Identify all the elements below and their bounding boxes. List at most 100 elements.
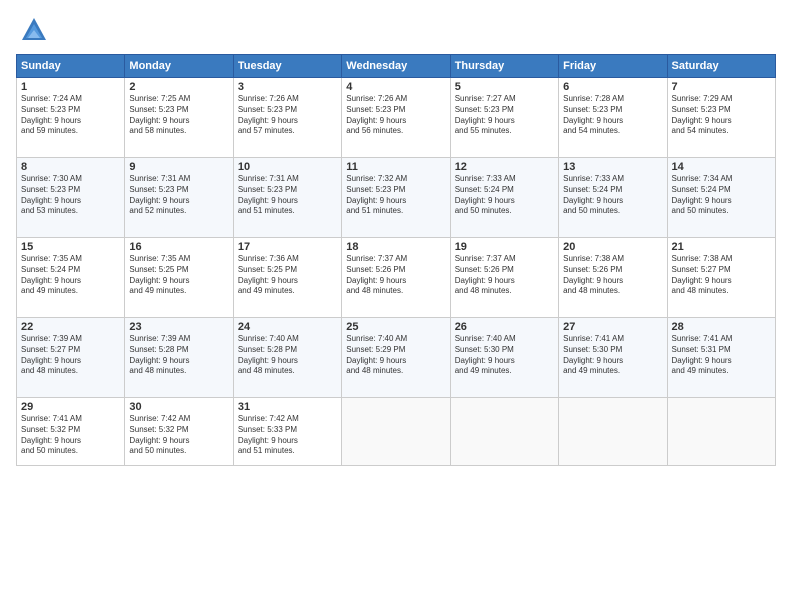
calendar-cell: 19 Sunrise: 7:37 AMSunset: 5:26 PMDaylig… — [450, 238, 558, 318]
calendar-week-row: 8 Sunrise: 7:30 AMSunset: 5:23 PMDayligh… — [17, 158, 776, 238]
cell-info: Sunrise: 7:39 AMSunset: 5:27 PMDaylight:… — [21, 334, 120, 377]
day-number: 14 — [672, 161, 771, 173]
cell-info: Sunrise: 7:40 AMSunset: 5:28 PMDaylight:… — [238, 334, 337, 377]
day-number: 11 — [346, 161, 445, 173]
calendar-cell: 17 Sunrise: 7:36 AMSunset: 5:25 PMDaylig… — [233, 238, 341, 318]
calendar-cell: 9 Sunrise: 7:31 AMSunset: 5:23 PMDayligh… — [125, 158, 233, 238]
calendar-cell: 6 Sunrise: 7:28 AMSunset: 5:23 PMDayligh… — [559, 78, 667, 158]
calendar-cell: 27 Sunrise: 7:41 AMSunset: 5:30 PMDaylig… — [559, 318, 667, 398]
calendar-week-row: 15 Sunrise: 7:35 AMSunset: 5:24 PMDaylig… — [17, 238, 776, 318]
calendar-cell — [667, 398, 775, 466]
day-number: 15 — [21, 241, 120, 253]
cell-info: Sunrise: 7:42 AMSunset: 5:32 PMDaylight:… — [129, 414, 228, 457]
day-number: 7 — [672, 81, 771, 93]
day-number: 1 — [21, 81, 120, 93]
cell-info: Sunrise: 7:42 AMSunset: 5:33 PMDaylight:… — [238, 414, 337, 457]
calendar-cell: 30 Sunrise: 7:42 AMSunset: 5:32 PMDaylig… — [125, 398, 233, 466]
calendar-cell: 29 Sunrise: 7:41 AMSunset: 5:32 PMDaylig… — [17, 398, 125, 466]
cell-info: Sunrise: 7:33 AMSunset: 5:24 PMDaylight:… — [455, 174, 554, 217]
day-number: 6 — [563, 81, 662, 93]
calendar-cell: 10 Sunrise: 7:31 AMSunset: 5:23 PMDaylig… — [233, 158, 341, 238]
calendar-cell: 5 Sunrise: 7:27 AMSunset: 5:23 PMDayligh… — [450, 78, 558, 158]
calendar-cell: 23 Sunrise: 7:39 AMSunset: 5:28 PMDaylig… — [125, 318, 233, 398]
calendar-cell: 7 Sunrise: 7:29 AMSunset: 5:23 PMDayligh… — [667, 78, 775, 158]
day-number: 26 — [455, 321, 554, 333]
weekday-header: Tuesday — [233, 55, 341, 78]
cell-info: Sunrise: 7:37 AMSunset: 5:26 PMDaylight:… — [346, 254, 445, 297]
cell-info: Sunrise: 7:24 AMSunset: 5:23 PMDaylight:… — [21, 94, 120, 137]
weekday-header: Monday — [125, 55, 233, 78]
calendar-cell — [450, 398, 558, 466]
day-number: 9 — [129, 161, 228, 173]
day-number: 5 — [455, 81, 554, 93]
calendar-cell — [342, 398, 450, 466]
cell-info: Sunrise: 7:41 AMSunset: 5:32 PMDaylight:… — [21, 414, 120, 457]
calendar-cell: 18 Sunrise: 7:37 AMSunset: 5:26 PMDaylig… — [342, 238, 450, 318]
calendar-cell: 16 Sunrise: 7:35 AMSunset: 5:25 PMDaylig… — [125, 238, 233, 318]
day-number: 30 — [129, 401, 228, 413]
day-number: 27 — [563, 321, 662, 333]
cell-info: Sunrise: 7:31 AMSunset: 5:23 PMDaylight:… — [129, 174, 228, 217]
cell-info: Sunrise: 7:33 AMSunset: 5:24 PMDaylight:… — [563, 174, 662, 217]
calendar-cell: 25 Sunrise: 7:40 AMSunset: 5:29 PMDaylig… — [342, 318, 450, 398]
cell-info: Sunrise: 7:27 AMSunset: 5:23 PMDaylight:… — [455, 94, 554, 137]
cell-info: Sunrise: 7:32 AMSunset: 5:23 PMDaylight:… — [346, 174, 445, 217]
cell-info: Sunrise: 7:34 AMSunset: 5:24 PMDaylight:… — [672, 174, 771, 217]
calendar-cell: 1 Sunrise: 7:24 AMSunset: 5:23 PMDayligh… — [17, 78, 125, 158]
cell-info: Sunrise: 7:38 AMSunset: 5:26 PMDaylight:… — [563, 254, 662, 297]
calendar-cell: 4 Sunrise: 7:26 AMSunset: 5:23 PMDayligh… — [342, 78, 450, 158]
calendar-cell: 3 Sunrise: 7:26 AMSunset: 5:23 PMDayligh… — [233, 78, 341, 158]
weekday-header: Friday — [559, 55, 667, 78]
cell-info: Sunrise: 7:38 AMSunset: 5:27 PMDaylight:… — [672, 254, 771, 297]
day-number: 28 — [672, 321, 771, 333]
day-number: 17 — [238, 241, 337, 253]
calendar-cell: 13 Sunrise: 7:33 AMSunset: 5:24 PMDaylig… — [559, 158, 667, 238]
cell-info: Sunrise: 7:39 AMSunset: 5:28 PMDaylight:… — [129, 334, 228, 377]
calendar-week-row: 22 Sunrise: 7:39 AMSunset: 5:27 PMDaylig… — [17, 318, 776, 398]
cell-info: Sunrise: 7:37 AMSunset: 5:26 PMDaylight:… — [455, 254, 554, 297]
weekday-header: Sunday — [17, 55, 125, 78]
calendar-week-row: 1 Sunrise: 7:24 AMSunset: 5:23 PMDayligh… — [17, 78, 776, 158]
day-number: 10 — [238, 161, 337, 173]
weekday-header: Saturday — [667, 55, 775, 78]
day-number: 22 — [21, 321, 120, 333]
cell-info: Sunrise: 7:31 AMSunset: 5:23 PMDaylight:… — [238, 174, 337, 217]
cell-info: Sunrise: 7:35 AMSunset: 5:24 PMDaylight:… — [21, 254, 120, 297]
day-number: 19 — [455, 241, 554, 253]
cell-info: Sunrise: 7:29 AMSunset: 5:23 PMDaylight:… — [672, 94, 771, 137]
cell-info: Sunrise: 7:26 AMSunset: 5:23 PMDaylight:… — [346, 94, 445, 137]
cell-info: Sunrise: 7:41 AMSunset: 5:31 PMDaylight:… — [672, 334, 771, 377]
day-number: 13 — [563, 161, 662, 173]
calendar-cell: 28 Sunrise: 7:41 AMSunset: 5:31 PMDaylig… — [667, 318, 775, 398]
logo-icon — [20, 16, 48, 44]
calendar-cell: 11 Sunrise: 7:32 AMSunset: 5:23 PMDaylig… — [342, 158, 450, 238]
calendar-cell: 12 Sunrise: 7:33 AMSunset: 5:24 PMDaylig… — [450, 158, 558, 238]
day-number: 12 — [455, 161, 554, 173]
day-number: 31 — [238, 401, 337, 413]
cell-info: Sunrise: 7:25 AMSunset: 5:23 PMDaylight:… — [129, 94, 228, 137]
cell-info: Sunrise: 7:26 AMSunset: 5:23 PMDaylight:… — [238, 94, 337, 137]
cell-info: Sunrise: 7:35 AMSunset: 5:25 PMDaylight:… — [129, 254, 228, 297]
day-number: 18 — [346, 241, 445, 253]
day-number: 29 — [21, 401, 120, 413]
calendar-cell: 14 Sunrise: 7:34 AMSunset: 5:24 PMDaylig… — [667, 158, 775, 238]
calendar-week-row: 29 Sunrise: 7:41 AMSunset: 5:32 PMDaylig… — [17, 398, 776, 466]
cell-info: Sunrise: 7:40 AMSunset: 5:29 PMDaylight:… — [346, 334, 445, 377]
day-number: 16 — [129, 241, 228, 253]
day-number: 2 — [129, 81, 228, 93]
cell-info: Sunrise: 7:28 AMSunset: 5:23 PMDaylight:… — [563, 94, 662, 137]
day-number: 3 — [238, 81, 337, 93]
cell-info: Sunrise: 7:41 AMSunset: 5:30 PMDaylight:… — [563, 334, 662, 377]
cell-info: Sunrise: 7:30 AMSunset: 5:23 PMDaylight:… — [21, 174, 120, 217]
cell-info: Sunrise: 7:40 AMSunset: 5:30 PMDaylight:… — [455, 334, 554, 377]
day-number: 20 — [563, 241, 662, 253]
calendar-cell: 26 Sunrise: 7:40 AMSunset: 5:30 PMDaylig… — [450, 318, 558, 398]
day-number: 4 — [346, 81, 445, 93]
day-number: 24 — [238, 321, 337, 333]
day-number: 25 — [346, 321, 445, 333]
weekday-header-row: SundayMondayTuesdayWednesdayThursdayFrid… — [17, 55, 776, 78]
logo — [16, 16, 48, 44]
calendar-cell: 31 Sunrise: 7:42 AMSunset: 5:33 PMDaylig… — [233, 398, 341, 466]
calendar-cell: 22 Sunrise: 7:39 AMSunset: 5:27 PMDaylig… — [17, 318, 125, 398]
calendar-cell: 8 Sunrise: 7:30 AMSunset: 5:23 PMDayligh… — [17, 158, 125, 238]
